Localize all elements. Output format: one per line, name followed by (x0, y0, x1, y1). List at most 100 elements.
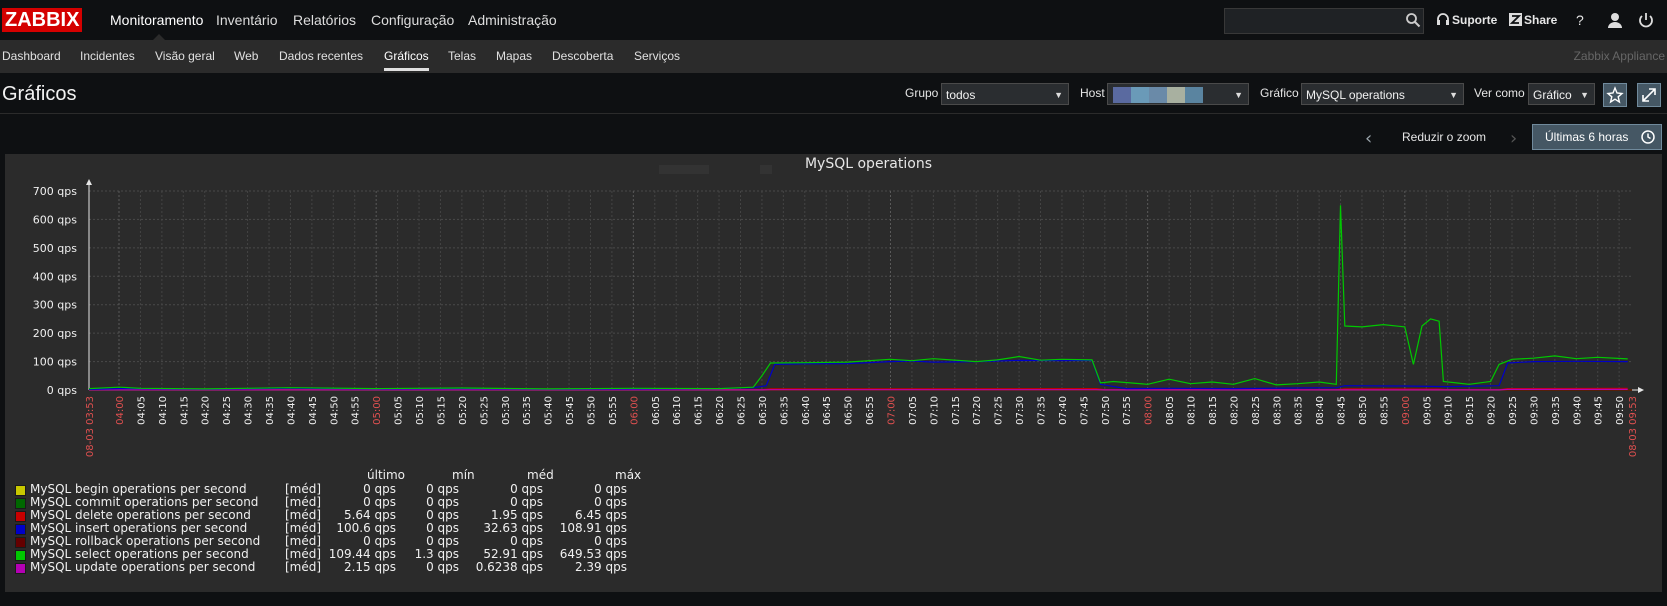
x-tick-label: 08:50 (1358, 396, 1369, 425)
legend-header-last: último (367, 468, 406, 482)
graph-select[interactable]: MySQL operations ▼ (1301, 83, 1464, 105)
x-tick-label: 08:30 (1272, 396, 1283, 425)
group-select[interactable]: todos ▼ (941, 83, 1069, 105)
x-tick-label: 08:40 (1315, 396, 1326, 425)
expand-icon (1642, 88, 1656, 102)
legend-avg: 0 qps (510, 482, 543, 496)
x-tick-label: 05:20 (458, 396, 469, 425)
submenu-visao-geral[interactable]: Visão geral (155, 40, 215, 73)
favorite-button[interactable] (1603, 83, 1627, 107)
x-tick-label: 09:00 (1401, 396, 1412, 425)
submenu-descoberta[interactable]: Descoberta (552, 40, 613, 73)
legend-avg: 52.91 qps (483, 547, 543, 561)
x-tick-label: 09:45 (1594, 396, 1605, 425)
zoom-out-button[interactable]: Reduzir o zoom (1402, 130, 1486, 144)
page-title: Gráficos (2, 83, 77, 105)
redacted-block (760, 165, 772, 174)
submenu-dashboard[interactable]: Dashboard (2, 40, 61, 73)
user-profile-icon[interactable] (1606, 11, 1624, 29)
submenu-mapas[interactable]: Mapas (496, 40, 532, 73)
x-tick-label: 07:15 (951, 396, 962, 425)
headset-icon[interactable] (1436, 11, 1450, 29)
x-tick-label: 04:05 (136, 396, 147, 425)
menu-configuracao[interactable]: Configuração (371, 0, 454, 40)
legend-min: 0 qps (426, 482, 459, 496)
x-tick-label: 07:05 (908, 396, 919, 425)
submenu-servicos[interactable]: Serviços (634, 40, 680, 73)
y-tick-label: 200 qps (33, 327, 77, 340)
host-value-redacted (1113, 87, 1203, 103)
legend-last: 5.64 qps (343, 508, 396, 522)
legend-max: 0 qps (594, 534, 627, 548)
submenu-web[interactable]: Web (234, 40, 258, 73)
view-select[interactable]: Gráfico ▼ (1528, 83, 1595, 105)
legend-last: 2.15 qps (343, 560, 396, 574)
y-tick-label: 500 qps (33, 242, 77, 255)
x-tick-label: 05:00 (372, 396, 383, 425)
x-tick-label: 09:10 (1444, 396, 1455, 425)
chevron-down-icon: ▼ (1054, 90, 1063, 100)
legend-header-max: máx (615, 468, 642, 482)
y-tick-label: 400 qps (33, 270, 77, 283)
power-icon[interactable] (1637, 11, 1655, 29)
x-tick-label: 04:35 (265, 396, 276, 425)
legend-header-avg: méd (527, 468, 554, 482)
x-tick-label: 04:50 (329, 396, 340, 425)
graph-panel: MySQL operations 0 qps 100 qps 200 qps 300 q… (5, 154, 1662, 592)
x-tick-label: 09:30 (1529, 396, 1540, 425)
y-tick-label: 300 qps (33, 299, 77, 312)
sub-menu-bar: Dashboard Incidentes Visão geral Web Dad… (0, 40, 1667, 73)
x-tick-label: 05:55 (608, 396, 619, 425)
zabbix-logo[interactable]: ZABBIX (2, 8, 83, 32)
x-axis-arrow (1638, 387, 1644, 393)
x-tick-label: 07:00 (887, 396, 898, 425)
redacted-block (659, 165, 709, 174)
legend-min: 0 qps (426, 495, 459, 509)
menu-administracao[interactable]: Administração (468, 0, 557, 40)
prev-period-icon[interactable]: ‹ (1365, 128, 1372, 149)
host-select[interactable]: ▼ (1107, 83, 1249, 105)
mysql-operations-chart[interactable]: MySQL operations 0 qps 100 qps 200 qps 300 q… (5, 154, 1662, 464)
x-tick-label: 08:15 (1208, 396, 1219, 425)
search-icon[interactable] (1405, 12, 1421, 28)
x-end-label: 08-03 09:53 (1628, 396, 1639, 457)
x-tick-label: 08:05 (1165, 396, 1176, 425)
group-select-value: todos (946, 88, 976, 102)
time-range-button[interactable]: Últimas 6 horas (1532, 124, 1662, 150)
share-link[interactable]: Share (1524, 0, 1557, 40)
help-icon[interactable]: ? (1576, 0, 1584, 40)
legend-avg: 0.6238 qps (475, 560, 543, 574)
x-tick-label: 06:25 (736, 396, 747, 425)
menu-relatorios[interactable]: Relatórios (293, 0, 356, 40)
submenu-incidentes[interactable]: Incidentes (80, 40, 135, 73)
x-tick-label: 07:35 (1037, 396, 1048, 425)
submenu-telas[interactable]: Telas (448, 40, 476, 73)
legend-swatch (15, 498, 26, 509)
next-period-icon[interactable]: › (1510, 128, 1517, 149)
share-z-icon[interactable] (1509, 13, 1522, 26)
legend-last: 0 qps (363, 482, 396, 496)
submenu-dados-recentes[interactable]: Dados recentes (279, 40, 363, 73)
host-label: Host (1080, 86, 1105, 100)
legend-max: 0 qps (594, 495, 627, 509)
x-tick-label: 08:45 (1337, 396, 1348, 425)
x-tick-label: 05:10 (415, 396, 426, 425)
plot-area (89, 191, 1632, 390)
x-tick-label: 09:20 (1487, 396, 1498, 425)
x-tick-label: 07:25 (994, 396, 1005, 425)
legend-last: 100.6 qps (336, 521, 396, 535)
x-tick-label: 07:30 (1015, 396, 1026, 425)
x-tick-label: 06:35 (779, 396, 790, 425)
legend-series-name: MySQL insert operations per second (30, 521, 248, 535)
view-label: Ver como (1474, 86, 1525, 100)
top-bar: ZABBIX Monitoramento Inventário Relatóri… (0, 0, 1667, 41)
search-input[interactable] (1224, 8, 1424, 34)
fullscreen-button[interactable] (1637, 83, 1661, 107)
legend-min: 0 qps (426, 534, 459, 548)
legend-max: 649.53 qps (559, 547, 627, 561)
legend-min: 0 qps (426, 508, 459, 522)
x-tick-label: 05:45 (565, 396, 576, 425)
support-link[interactable]: Suporte (1452, 0, 1497, 40)
x-tick-label: 06:05 (651, 396, 662, 425)
menu-inventario[interactable]: Inventário (216, 0, 277, 40)
